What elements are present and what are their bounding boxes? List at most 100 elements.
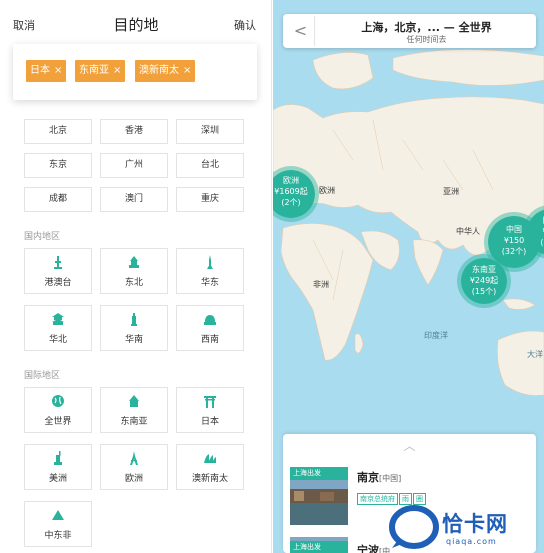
pavilion-icon [25, 312, 91, 332]
remove-icon[interactable]: × [54, 65, 62, 76]
region-northeast[interactable]: 东北 [100, 248, 168, 294]
temple-icon [101, 255, 167, 275]
watermark-text: 恰卡网 [442, 512, 508, 536]
region-label: 日本 [200, 417, 219, 427]
region-label: 美洲 [48, 474, 67, 484]
region-label: 中东非 [44, 531, 72, 541]
city-chengdu[interactable]: 成都 [24, 187, 92, 212]
region-southwest[interactable]: 西南 [176, 305, 244, 351]
map-label-africa: 非洲 [313, 280, 329, 289]
page-title: 目的地 [113, 16, 159, 34]
result-country: [中国] [379, 474, 402, 483]
eiffel-icon [101, 451, 167, 471]
watermark: 恰卡网 qiaqa.com [388, 504, 538, 550]
city-taipei[interactable]: 台北 [176, 153, 244, 178]
cluster-count: (2个) [281, 198, 301, 207]
tower-icon [25, 255, 91, 275]
pyramid-icon [25, 508, 91, 528]
destination-picker: 取消 目的地 确认 日本 × 东南亚 × 澳新南太 × 北京 香港 深圳 东京 广州 … [0, 0, 272, 553]
region-world[interactable]: 全世界 [24, 387, 92, 433]
map-label-china: 中华人 [456, 227, 480, 236]
selected-chip-japan[interactable]: 日本 × [26, 60, 67, 82]
departure-tag: 上海出发 [290, 467, 348, 480]
city-beijing[interactable]: 北京 [24, 119, 92, 144]
result-thumbnail[interactable]: 上海出发 [290, 467, 348, 525]
region-americas[interactable]: 美洲 [24, 444, 92, 490]
city-chongqing[interactable]: 重庆 [176, 187, 244, 212]
departure-tag: 上海出发 [290, 541, 348, 553]
region-label: 华北 [48, 335, 67, 345]
cluster-price: ¥1609起 [274, 187, 308, 196]
result-tags: 南京总统府雨圈 [357, 486, 427, 505]
tower-icon [101, 312, 167, 332]
chip-label: 东南亚 [79, 65, 109, 76]
remove-icon[interactable]: × [113, 65, 121, 76]
selected-chip-southeast-asia[interactable]: 东南亚 × [75, 60, 126, 82]
statue-icon [25, 451, 91, 471]
region-label: 港澳台 [44, 278, 72, 288]
result-title[interactable]: 宁波[中 [357, 542, 390, 553]
region-south[interactable]: 华南 [100, 305, 168, 351]
cluster-price: ¥249起 [469, 276, 499, 285]
region-japan[interactable]: 日本 [176, 387, 244, 433]
region-label: 东北 [124, 278, 143, 288]
torii-icon [177, 394, 243, 414]
map-label-asia: 亚洲 [443, 187, 459, 196]
region-oceania[interactable]: 澳新南太 [176, 444, 244, 490]
region-label: 澳新南太 [191, 474, 228, 484]
selected-chip-oceania[interactable]: 澳新南太 × [135, 60, 196, 82]
map-label-europe: 欧洲 [319, 186, 335, 195]
map-view[interactable]: 欧洲 亚洲 中华人 非洲 印度洋 大洋 欧洲 ¥1609起 (2个) 中国 ¥1… [273, 0, 544, 553]
map-label-oceania: 大洋 [527, 350, 543, 359]
region-label: 华东 [200, 278, 219, 288]
region-label: 西南 [200, 335, 219, 345]
time-text: 任何时间去 [406, 35, 447, 44]
region-label: 欧洲 [124, 474, 143, 484]
search-summary-bar[interactable]: < 上海，北京，... — 全世界 任何时间去 [283, 14, 536, 48]
globe-icon [25, 394, 91, 414]
chip-label: 日本 [30, 65, 50, 76]
region-southeast-asia[interactable]: 东南亚 [100, 387, 168, 433]
cluster-southeast-asia[interactable]: 东南亚 ¥249起 (15个) [457, 254, 511, 308]
region-east[interactable]: 华东 [176, 248, 244, 294]
result-thumbnail[interactable]: 上海出发 [290, 537, 348, 553]
map-label-indian-ocean: 印度洋 [424, 331, 448, 340]
temple-icon [101, 394, 167, 414]
region-europe[interactable]: 欧洲 [100, 444, 168, 490]
city-tokyo[interactable]: 东京 [24, 153, 92, 178]
result-name: 南京 [357, 471, 379, 484]
city-shenzhen[interactable]: 深圳 [176, 119, 244, 144]
cluster-count: (15个) [471, 287, 497, 296]
region-label: 全世界 [44, 417, 72, 427]
cluster-name: 东南亚 [472, 265, 496, 274]
remove-icon[interactable]: × [183, 65, 191, 76]
city-guangzhou[interactable]: 广州 [100, 153, 168, 178]
region-label: 东南亚 [120, 417, 148, 427]
region-north[interactable]: 华北 [24, 305, 92, 351]
region-label: 华南 [124, 335, 143, 345]
section-international: 国际地区 [24, 371, 61, 381]
tower-icon [177, 255, 243, 275]
opera-icon [177, 451, 243, 471]
watermark-url: qiaqa.com [446, 537, 497, 546]
back-icon[interactable]: < [287, 16, 315, 46]
chevron-up-icon[interactable]: ︿ [283, 437, 536, 454]
result-name: 宁波 [357, 544, 379, 553]
city-hongkong[interactable]: 香港 [100, 119, 168, 144]
selected-destinations: 日本 × 东南亚 × 澳新南太 × [13, 44, 257, 100]
city-macau[interactable]: 澳门 [100, 187, 168, 212]
cluster-count: (4个) [540, 238, 544, 247]
route-text: 上海，北京，... — 全世界 [361, 21, 492, 34]
region-middle-east-africa[interactable]: 中东非 [24, 501, 92, 547]
cluster-price: ¥61 [527, 226, 544, 237]
watermark-logo-icon [389, 505, 439, 549]
picker-header: 取消 目的地 确认 [0, 0, 272, 48]
chip-label: 澳新南太 [139, 65, 179, 76]
result-title[interactable]: 南京[中国] [357, 469, 401, 485]
cluster-name: 日本 [527, 215, 544, 226]
cluster-name: 欧洲 [283, 176, 299, 185]
section-domestic: 国内地区 [24, 232, 61, 242]
confirm-button[interactable]: 确认 [234, 17, 256, 33]
region-hk-macau-taiwan[interactable]: 港澳台 [24, 248, 92, 294]
dome-icon [177, 312, 243, 332]
